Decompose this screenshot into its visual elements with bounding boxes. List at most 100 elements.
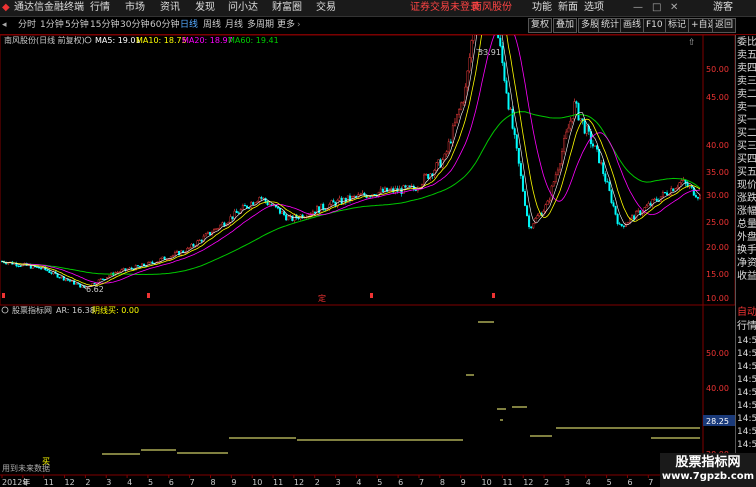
auto-quote-label[interactable]: 自动 (737, 307, 756, 319)
menu-item-faxian[interactable]: 发现 (195, 1, 215, 15)
chart-area[interactable]: 南风股份(日线 前复权) MA5: 19.01 MA10: 18.75 MA20… (0, 35, 735, 487)
candle-body (404, 185, 407, 188)
candle-body (558, 163, 561, 171)
period-multi[interactable]: 多周期 (247, 18, 274, 32)
candle-body (313, 211, 316, 214)
period-fenshi[interactable]: 分时 (18, 18, 36, 32)
current-stock-name[interactable]: 南风股份 (472, 1, 512, 15)
x-axis-label: 6 (627, 478, 632, 487)
maximize-icon[interactable]: □ (652, 1, 661, 15)
fuquan-button[interactable]: 复权 (528, 18, 553, 33)
biaoji-button[interactable]: 标记 (665, 18, 690, 33)
period-monthly[interactable]: 月线 (225, 18, 243, 32)
auto-quote-label[interactable]: 行情 (737, 321, 756, 333)
candle-body (361, 192, 364, 195)
user-guest[interactable]: 游客 (713, 1, 733, 15)
close-icon[interactable]: ✕ (670, 1, 678, 15)
period-1min[interactable]: 1分钟 (40, 18, 64, 32)
x-axis-label: 7 (190, 478, 195, 487)
candle-body (151, 261, 154, 264)
ding-marker[interactable]: 定 (318, 293, 326, 303)
quote-label: 卖三 (737, 76, 756, 87)
candle-body (276, 206, 279, 209)
candle-body (503, 62, 506, 81)
candle-body (552, 181, 555, 187)
minimize-icon[interactable]: — (633, 1, 643, 15)
up-arrow-icon[interactable]: ⇧ (688, 38, 696, 48)
menu-item-caifuquan[interactable]: 财富圈 (272, 1, 302, 15)
menu-item-xinmian[interactable]: 新面 (558, 1, 578, 15)
candle-body (340, 197, 343, 205)
candle-body (46, 269, 49, 272)
more-chevron-icon[interactable]: › (297, 18, 301, 32)
candle-body (505, 80, 508, 94)
menu-item-jiaoyi[interactable]: 交易 (316, 1, 336, 15)
indicator-settings-icon[interactable] (1, 306, 9, 314)
candle-body (167, 258, 170, 261)
menu-item-shichang[interactable]: 市场 (125, 1, 145, 15)
event-marker[interactable] (370, 293, 373, 298)
candle-body (591, 143, 594, 147)
period-more[interactable]: 更多 (277, 18, 295, 32)
candle-body (215, 228, 218, 230)
candle-body (447, 141, 450, 152)
candle-body (237, 212, 240, 214)
period-weekly[interactable]: 周线 (203, 18, 221, 32)
event-marker[interactable] (2, 293, 5, 298)
f10-button[interactable]: F10 (643, 18, 666, 33)
candle-body (246, 205, 249, 208)
menu-item-gongneng[interactable]: 功能 (532, 1, 552, 15)
candle-body (606, 181, 609, 183)
period-toolbar: ◂ 分时 1分钟 5分钟 15分钟 30分钟 60分钟 日线 周线 月线 多周期… (0, 17, 756, 35)
huaxian-button[interactable]: 画线 (620, 18, 645, 33)
x-axis-label: 2 (544, 478, 549, 487)
ma20-label: MA20: 18.97 (182, 36, 233, 45)
candle-body (192, 243, 195, 247)
toolbar-arrow-icon[interactable]: ◂ (2, 18, 7, 32)
x-axis-label: 7 (648, 478, 653, 487)
event-marker[interactable] (492, 293, 495, 298)
candle-body (577, 103, 580, 121)
watermark-url: www.7gpzb.com (661, 471, 755, 482)
menu-item-xuanxiang[interactable]: 选项 (584, 1, 604, 15)
candle-body (231, 216, 234, 220)
event-marker[interactable] (147, 293, 150, 298)
menu-item-hangqing[interactable]: 行情 (90, 1, 110, 15)
tick-time: 14:50 (737, 349, 756, 359)
tongji-button[interactable]: 统计 (598, 18, 623, 33)
candle-body (204, 233, 207, 237)
login-notice[interactable]: 证券交易未登录 (410, 1, 480, 15)
candle-body (548, 199, 551, 202)
quote-label: 涨跌 (737, 193, 756, 204)
watermark-box: 股票指标网 www.7gpzb.com (660, 453, 756, 487)
candle-body (509, 108, 512, 111)
period-30min[interactable]: 30分钟 (120, 18, 149, 32)
period-daily[interactable]: 日线 (180, 18, 198, 32)
back-button[interactable]: 返回 (712, 18, 737, 33)
candle-body (408, 185, 411, 187)
diejia-button[interactable]: 叠加 (553, 18, 578, 33)
watermark-title: 股票指标网 (675, 455, 741, 470)
x-axis-label: 8 (440, 478, 445, 487)
candle-body (235, 210, 238, 213)
menu-item-wenxiaoda[interactable]: 问小达 (228, 1, 258, 15)
candle-body (649, 203, 652, 206)
candle-body (268, 204, 271, 206)
period-5min[interactable]: 5分钟 (65, 18, 89, 32)
low-price-label: 6.62 (86, 285, 104, 294)
candle-body (610, 190, 613, 203)
x-axis-label: 5 (377, 478, 382, 487)
period-60min[interactable]: 60分钟 (150, 18, 179, 32)
candle-body (694, 195, 697, 198)
period-15min[interactable]: 15分钟 (90, 18, 119, 32)
quote-label: 总量 (737, 219, 756, 230)
candle-body (116, 272, 119, 274)
menu-item-zixun[interactable]: 资讯 (160, 1, 180, 15)
candle-body (17, 265, 20, 267)
candle-body (149, 261, 152, 263)
candle-body (120, 269, 123, 273)
candle-body (406, 185, 409, 188)
ma60-label: MA60: 19.41 (228, 36, 279, 45)
candle-body (278, 208, 281, 214)
candle-body (260, 197, 263, 199)
